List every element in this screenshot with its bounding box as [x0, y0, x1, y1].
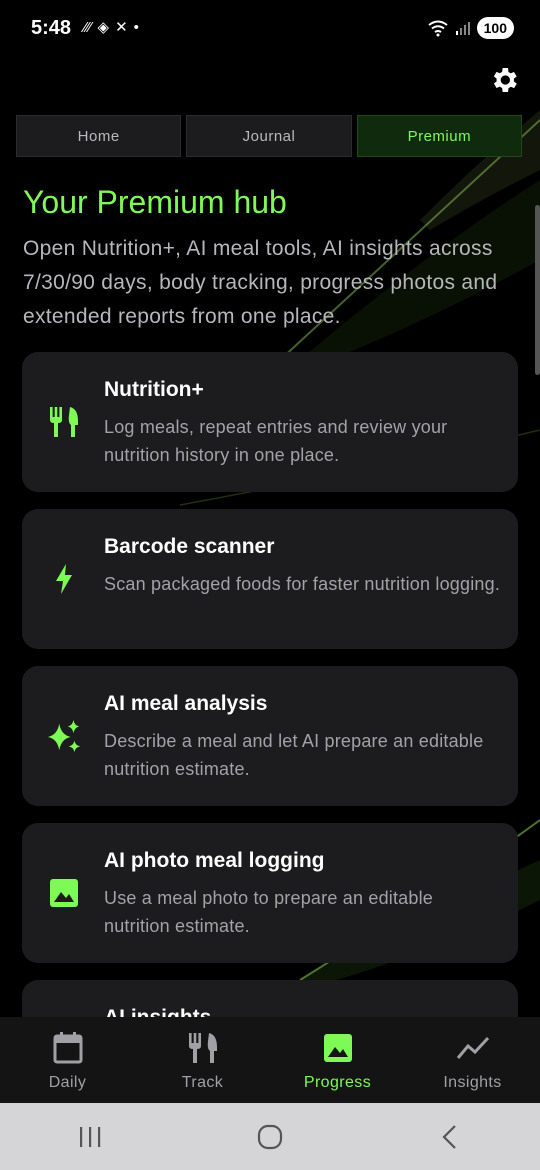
status-time: 5:48 [31, 17, 72, 39]
signal-slash-icon: ⁄⁄⁄ [84, 19, 92, 36]
wifi-icon [428, 20, 448, 37]
feature-title: Barcode scanner [104, 535, 275, 558]
home-button[interactable] [240, 1117, 300, 1157]
nav-label: Daily [48, 1074, 87, 1091]
recent-apps-icon [80, 1126, 101, 1147]
feature-card-ai-insights[interactable]: AI insights [22, 980, 518, 1017]
fork-knife-icon [46, 404, 82, 440]
calendar-icon [50, 1030, 86, 1066]
feature-list: Nutrition+ Log meals, repeat entries and… [22, 352, 518, 1017]
cell-signal-icon [455, 22, 470, 35]
nav-label: Insights [443, 1074, 502, 1091]
feature-title: AI insights [104, 1006, 211, 1017]
home-circle-icon [257, 1124, 283, 1149]
feature-description: Use a meal photo to prepare an editable … [104, 888, 434, 936]
nav-label: Track [181, 1074, 224, 1091]
nav-item-insights[interactable]: Insights [405, 1017, 540, 1103]
tab-home[interactable]: Home [16, 115, 182, 157]
battery-indicator: 100 [476, 17, 514, 39]
back-button[interactable] [420, 1117, 480, 1157]
sparkles-icon [46, 718, 82, 754]
lightning-icon [46, 561, 82, 597]
feature-description: Scan packaged foods for faster nutrition… [104, 574, 501, 594]
feature-description: Log meals, repeat entries and review you… [104, 417, 448, 465]
image-icon [46, 875, 82, 911]
page-description: Open Nutrition+, AI meal tools, AI insig… [23, 237, 498, 328]
status-bar: 5:48 ⁄⁄⁄ ◈ ✕ • 100 [0, 0, 540, 58]
bottom-navigation: Daily Track Progress Insights [0, 1017, 540, 1103]
settings-gear-icon[interactable] [488, 64, 520, 96]
feature-title: AI photo meal logging [104, 849, 325, 872]
x-logo-icon: ✕ [115, 19, 128, 36]
feature-card-barcode-scanner[interactable]: Barcode scanner Scan packaged foods for … [22, 509, 518, 649]
feature-title: Nutrition+ [104, 378, 204, 401]
fork-knife-icon [185, 1030, 221, 1066]
feature-card-ai-photo-meal-logging[interactable]: AI photo meal logging Use a meal photo t… [22, 823, 518, 963]
feature-description: Describe a meal and let AI prepare an ed… [104, 731, 484, 779]
feature-card-ai-meal-analysis[interactable]: AI meal analysis Describe a meal and let… [22, 666, 518, 806]
nav-item-daily[interactable]: Daily [0, 1017, 135, 1103]
section-tabs: Home Journal Premium [16, 115, 522, 157]
system-navigation-bar [0, 1103, 540, 1170]
nav-label: Progress [303, 1074, 372, 1091]
back-chevron-icon [442, 1124, 456, 1149]
trend-icon [455, 1030, 491, 1066]
tab-premium[interactable]: Premium [356, 115, 522, 157]
diamond-icon: ◈ [97, 19, 110, 36]
page-title: Your Premium hub [23, 184, 287, 220]
scrollbar-thumb[interactable] [535, 205, 540, 375]
image-icon [320, 1030, 356, 1066]
tab-journal[interactable]: Journal [186, 115, 352, 157]
nav-item-progress[interactable]: Progress [270, 1017, 405, 1103]
status-notification-icons: ⁄⁄⁄ ◈ ✕ • [84, 18, 139, 38]
status-right: 100 [427, 17, 514, 39]
recent-apps-button[interactable] [60, 1117, 120, 1157]
feature-title: AI meal analysis [104, 692, 268, 715]
feature-card-nutrition-plus[interactable]: Nutrition+ Log meals, repeat entries and… [22, 352, 518, 492]
nav-item-track[interactable]: Track [135, 1017, 270, 1103]
dot-icon: • [133, 19, 139, 36]
